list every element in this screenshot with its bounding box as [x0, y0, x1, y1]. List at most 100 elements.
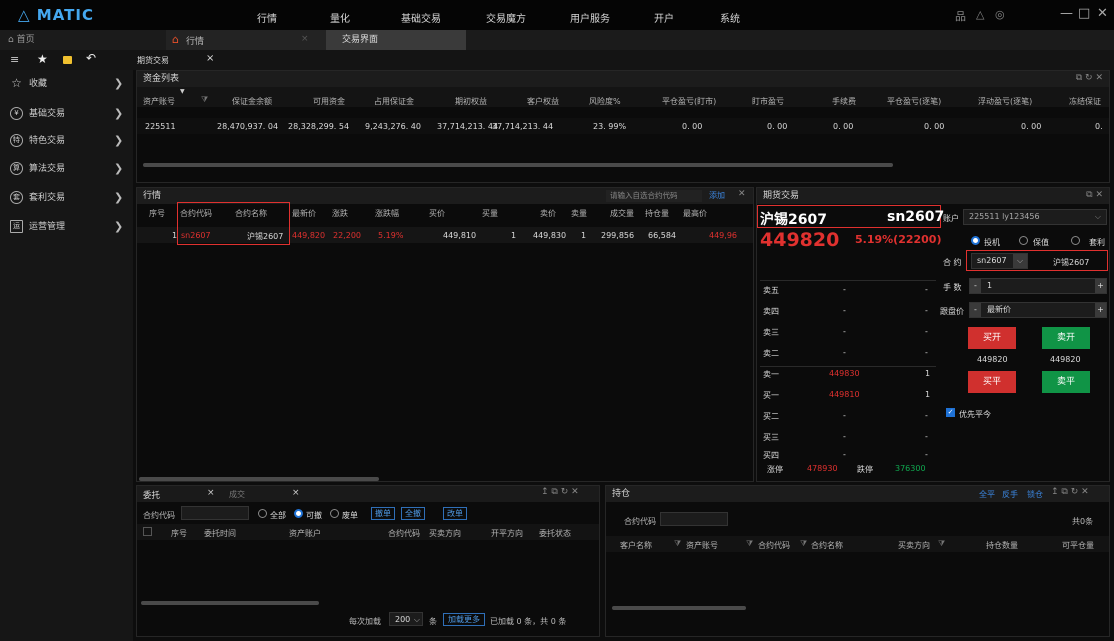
tab-close-icon[interactable]: ×	[207, 488, 215, 498]
funds-col-float-pnl[interactable]: 浮动盈亏(逐笔)	[978, 96, 1032, 107]
filter-icon[interactable]: ⧩	[674, 539, 681, 549]
tab-futures-close-icon[interactable]: ×	[206, 53, 214, 64]
sidebar-item-favorites[interactable]: ☆ 收藏 ❯	[0, 70, 133, 98]
quote-col-index[interactable]: 序号	[149, 208, 165, 219]
tab-trading[interactable]: 交易界面	[326, 30, 466, 50]
menu-basic-trade[interactable]: 基础交易	[401, 10, 441, 25]
radio-arbitrage[interactable]	[1071, 236, 1080, 245]
minus-icon[interactable]: -	[970, 279, 981, 293]
quote-col-open-interest[interactable]: 持仓量	[645, 208, 669, 219]
layout-icon[interactable]: 品	[955, 8, 966, 24]
position-col-client[interactable]: 客户名称	[620, 540, 652, 551]
settings-icon[interactable]: ◎	[995, 8, 1005, 21]
quote-add-button[interactable]: 添加	[709, 190, 725, 201]
lock-icon[interactable]	[63, 56, 72, 64]
filter-icon[interactable]: ⧩	[746, 539, 753, 549]
sell-open-button[interactable]: 卖开	[1042, 327, 1090, 349]
radio-rejected[interactable]	[330, 509, 339, 518]
quote-col-bid[interactable]: 买价	[429, 208, 445, 219]
load-more-button[interactable]: 加载更多	[443, 613, 485, 626]
minimize-icon[interactable]: —	[1060, 6, 1073, 21]
tab-home[interactable]: ⌂ 首页	[8, 30, 35, 50]
price-type-input[interactable]: - 最新价 +	[969, 302, 1107, 318]
position-panel-controls-icon[interactable]: ↥ ⧉ ↻ ✕	[1051, 487, 1089, 497]
close-all-button[interactable]: 全平	[979, 489, 995, 500]
entrust-col-time[interactable]: 委托时间	[204, 528, 236, 539]
order-panel-controls-icon[interactable]: ⧉ ✕	[1086, 190, 1103, 200]
entrust-col-index[interactable]: 序号	[171, 528, 187, 539]
funds-col-mtm-pnl[interactable]: 盯市盈亏	[752, 96, 784, 107]
tab-close-icon[interactable]: ×	[301, 34, 309, 44]
radio-all[interactable]	[258, 509, 267, 518]
position-col-name[interactable]: 合约名称	[811, 540, 843, 551]
close-window-icon[interactable]: ✕	[1097, 6, 1108, 21]
funds-scrollbar[interactable]	[143, 163, 893, 167]
funds-col-frozen[interactable]: 冻结保证	[1069, 96, 1101, 107]
quote-col-bid-vol[interactable]: 买量	[482, 208, 498, 219]
star-icon[interactable]: ★	[37, 52, 48, 66]
modify-order-button[interactable]: 改单	[443, 507, 467, 520]
cloud-icon[interactable]: △	[976, 8, 984, 21]
entrust-col-code[interactable]: 合约代码	[388, 528, 420, 539]
contract-code-input[interactable]: sn2607 ⌵	[971, 253, 1028, 269]
plus-icon[interactable]: +	[1095, 303, 1106, 317]
position-col-side[interactable]: 买卖方向	[898, 540, 930, 551]
position-col-account[interactable]: 资产账号	[686, 540, 718, 551]
buy-close-button[interactable]: 买平	[968, 371, 1016, 393]
sidebar-item-basic-trade[interactable]: ¥ 基础交易 ❯	[0, 100, 133, 128]
position-contract-input[interactable]	[660, 512, 728, 526]
tab-filled[interactable]: 成交	[229, 489, 245, 500]
entrust-contract-input[interactable]	[181, 506, 249, 520]
funds-col-risk[interactable]: 风险度%	[589, 96, 621, 107]
filter-icon[interactable]: ⧩	[938, 539, 945, 549]
minus-icon[interactable]: -	[970, 303, 981, 317]
funds-col-account[interactable]: 资产账号	[143, 96, 175, 107]
funds-col-fee[interactable]: 手续费	[832, 96, 856, 107]
entrust-panel-controls-icon[interactable]: ↥ ⧉ ↻ ✕	[541, 487, 579, 497]
quote-col-high[interactable]: 最高价	[683, 208, 707, 219]
collapse-icon[interactable]: ≡	[10, 53, 19, 66]
sidebar-item-algo-trade[interactable]: 算算法交易 ❯	[0, 155, 133, 183]
sell-close-button[interactable]: 卖平	[1042, 371, 1090, 393]
filter-icon[interactable]: ⧩	[800, 539, 807, 549]
position-col-closable[interactable]: 可平仓量	[1062, 540, 1094, 551]
sidebar-item-operations[interactable]: 运运营管理 ❯	[0, 213, 133, 241]
position-col-qty[interactable]: 持仓数量	[986, 540, 1018, 551]
cancel-order-button[interactable]: 撤单	[371, 507, 395, 520]
quote-col-ask[interactable]: 卖价	[540, 208, 556, 219]
checkbox-icon[interactable]: ✓	[946, 408, 955, 417]
entrust-col-side[interactable]: 买卖方向	[429, 528, 461, 539]
plus-icon[interactable]: +	[1095, 279, 1106, 293]
radio-cancelable[interactable]	[294, 509, 303, 518]
position-col-code[interactable]: 合约代码	[758, 540, 790, 551]
menu-user-service[interactable]: 用户服务	[570, 10, 610, 25]
funds-col-start-equity[interactable]: 期初权益	[455, 96, 487, 107]
menu-market[interactable]: 行情	[257, 10, 277, 25]
funds-col-close-pnl-mtm[interactable]: 平仓盈亏(盯市)	[662, 96, 716, 107]
menu-open-account[interactable]: 开户	[654, 10, 674, 25]
quote-col-last[interactable]: 最新价	[292, 208, 316, 219]
position-scrollbar[interactable]	[612, 606, 746, 610]
funds-col-used-margin[interactable]: 占用保证金	[374, 96, 414, 107]
menu-quant[interactable]: 量化	[330, 10, 350, 25]
quote-col-volume[interactable]: 成交量	[610, 208, 634, 219]
quote-col-ask-vol[interactable]: 卖量	[571, 208, 587, 219]
radio-hedge[interactable]	[1019, 236, 1028, 245]
entrust-col-account[interactable]: 资产账户	[289, 528, 321, 539]
account-select[interactable]: 225511 ly123456 ⌵	[963, 209, 1107, 225]
menu-system[interactable]: 系统	[720, 10, 740, 25]
filter-icon[interactable]: ⧩	[201, 95, 208, 105]
undo-icon[interactable]: ↶	[86, 51, 96, 65]
funds-col-margin-balance[interactable]: 保证金余额	[232, 96, 272, 107]
lock-position-button[interactable]: 锁仓	[1027, 489, 1043, 500]
menu-trade-cube[interactable]: 交易魔方	[486, 10, 526, 25]
funds-panel-controls-icon[interactable]: ⧉ ↻ ✕	[1076, 73, 1103, 83]
quote-col-change-pct[interactable]: 涨跌幅	[375, 208, 399, 219]
maximize-icon[interactable]: □	[1078, 6, 1090, 21]
cancel-all-button[interactable]: 全撤	[401, 507, 425, 520]
tab-futures-trading[interactable]: 期货交易	[137, 55, 169, 66]
entrust-col-status[interactable]: 委托状态	[539, 528, 571, 539]
lots-input[interactable]: -1 +	[969, 278, 1107, 294]
buy-open-button[interactable]: 买开	[968, 327, 1016, 349]
entrust-scrollbar[interactable]	[141, 601, 319, 605]
